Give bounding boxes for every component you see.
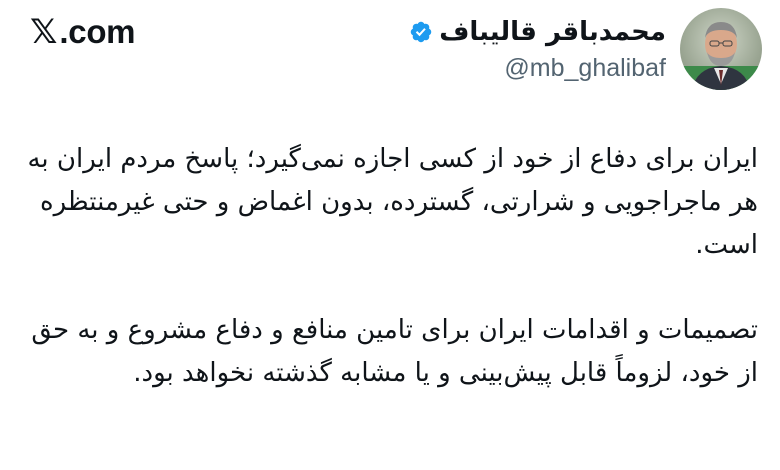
tweet-screenshot-card: 𝕏 .com محمدباقر قالیباف @mb_ghalibaf ایر… xyxy=(0,0,780,470)
verified-badge-icon xyxy=(410,21,432,43)
avatar[interactable] xyxy=(680,8,762,90)
x-logo-icon: 𝕏 xyxy=(30,12,58,52)
author-name-row: محمدباقر قالیباف xyxy=(409,14,666,50)
author-handle[interactable]: @mb_ghalibaf xyxy=(504,52,666,84)
tweet-paragraph: تصمیمات و اقدامات ایران برای تامین منافع… xyxy=(31,315,758,388)
tweet-paragraph: ایران برای دفاع از خود از کسی اجازه نمی‌… xyxy=(27,144,758,260)
tweet-author[interactable]: محمدباقر قالیباف @mb_ghalibaf xyxy=(409,8,762,90)
x-com-brand[interactable]: 𝕏 .com xyxy=(30,12,136,52)
author-text-block: محمدباقر قالیباف @mb_ghalibaf xyxy=(409,14,666,84)
brand-site-text: .com xyxy=(59,13,136,50)
author-name[interactable]: محمدباقر قالیباف xyxy=(439,14,666,50)
tweet-text: ایران برای دفاع از خود از کسی اجازه نمی‌… xyxy=(18,138,758,395)
